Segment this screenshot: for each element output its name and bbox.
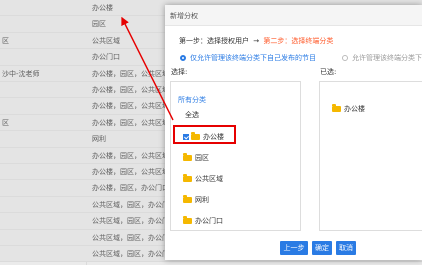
- folder-icon: [183, 153, 192, 161]
- tree-item-office-entrance[interactable]: 办公门口: [183, 216, 223, 228]
- folder-icon: [332, 104, 341, 112]
- selected-panel: 办公楼: [319, 81, 422, 231]
- tree-item-network[interactable]: 网利: [183, 195, 209, 207]
- step-arrow: →: [253, 37, 260, 45]
- tree-select-all[interactable]: 全选: [185, 110, 199, 122]
- tree-item-office-building[interactable]: 办公楼: [183, 132, 224, 144]
- cancel-button[interactable]: 取消: [336, 241, 356, 255]
- step-indicator: 第一步：选择授权用户 → 第二步：选择终端分类: [179, 36, 333, 46]
- category-tree-panel: 所有分类 全选 办公楼 园区 公共区域 网利 办公门口: [170, 81, 301, 231]
- radio-own-programs[interactable]: 仅允许管理该终端分类下自己发布的节目: [180, 53, 316, 63]
- folder-icon: [191, 132, 200, 140]
- confirm-button[interactable]: 确定: [312, 241, 332, 255]
- folder-icon: [183, 216, 192, 224]
- dialog-title: 新增分权: [170, 12, 198, 20]
- checkbox-checked-icon[interactable]: [183, 134, 189, 140]
- select-all-label: 全选: [185, 111, 199, 119]
- radio-unselected-icon: [342, 55, 348, 61]
- dialog-titlebar: 新增分权: [165, 5, 422, 26]
- radio-own-programs-label: 仅允许管理该终端分类下自己发布的节目: [190, 54, 316, 62]
- radio-all-programs[interactable]: 允许管理该终端分类下所有: [342, 53, 422, 63]
- tree-item-label: 办公门口: [195, 217, 223, 225]
- tree-item-label: 办公楼: [203, 133, 224, 141]
- tree-item-label: 公共区域: [195, 175, 223, 183]
- select-label: 选择:: [171, 68, 188, 76]
- previous-step-button[interactable]: 上一步: [280, 241, 308, 255]
- folder-icon: [183, 195, 192, 203]
- tree-item-label: 园区: [195, 154, 209, 162]
- step-two-label: 第二步：选择终端分类: [263, 37, 334, 45]
- selected-item[interactable]: 办公楼: [332, 104, 365, 114]
- selected-label: 已选:: [320, 68, 337, 76]
- tree-item-label: 网利: [195, 196, 209, 204]
- tree-root-label: 所有分类: [178, 96, 206, 104]
- selected-item-label: 办公楼: [344, 105, 365, 113]
- tree-item-park[interactable]: 园区: [183, 153, 209, 165]
- radio-selected-icon: [180, 55, 186, 61]
- tree-item-public-area[interactable]: 公共区域: [183, 174, 223, 186]
- folder-icon: [183, 174, 192, 182]
- assign-permission-dialog: 新增分权 第一步：选择授权用户 → 第二步：选择终端分类 仅允许管理该终端分类下…: [165, 5, 422, 260]
- radio-all-programs-label: 允许管理该终端分类下所有: [352, 54, 422, 62]
- step-one-label: 第一步：选择授权用户: [179, 37, 249, 45]
